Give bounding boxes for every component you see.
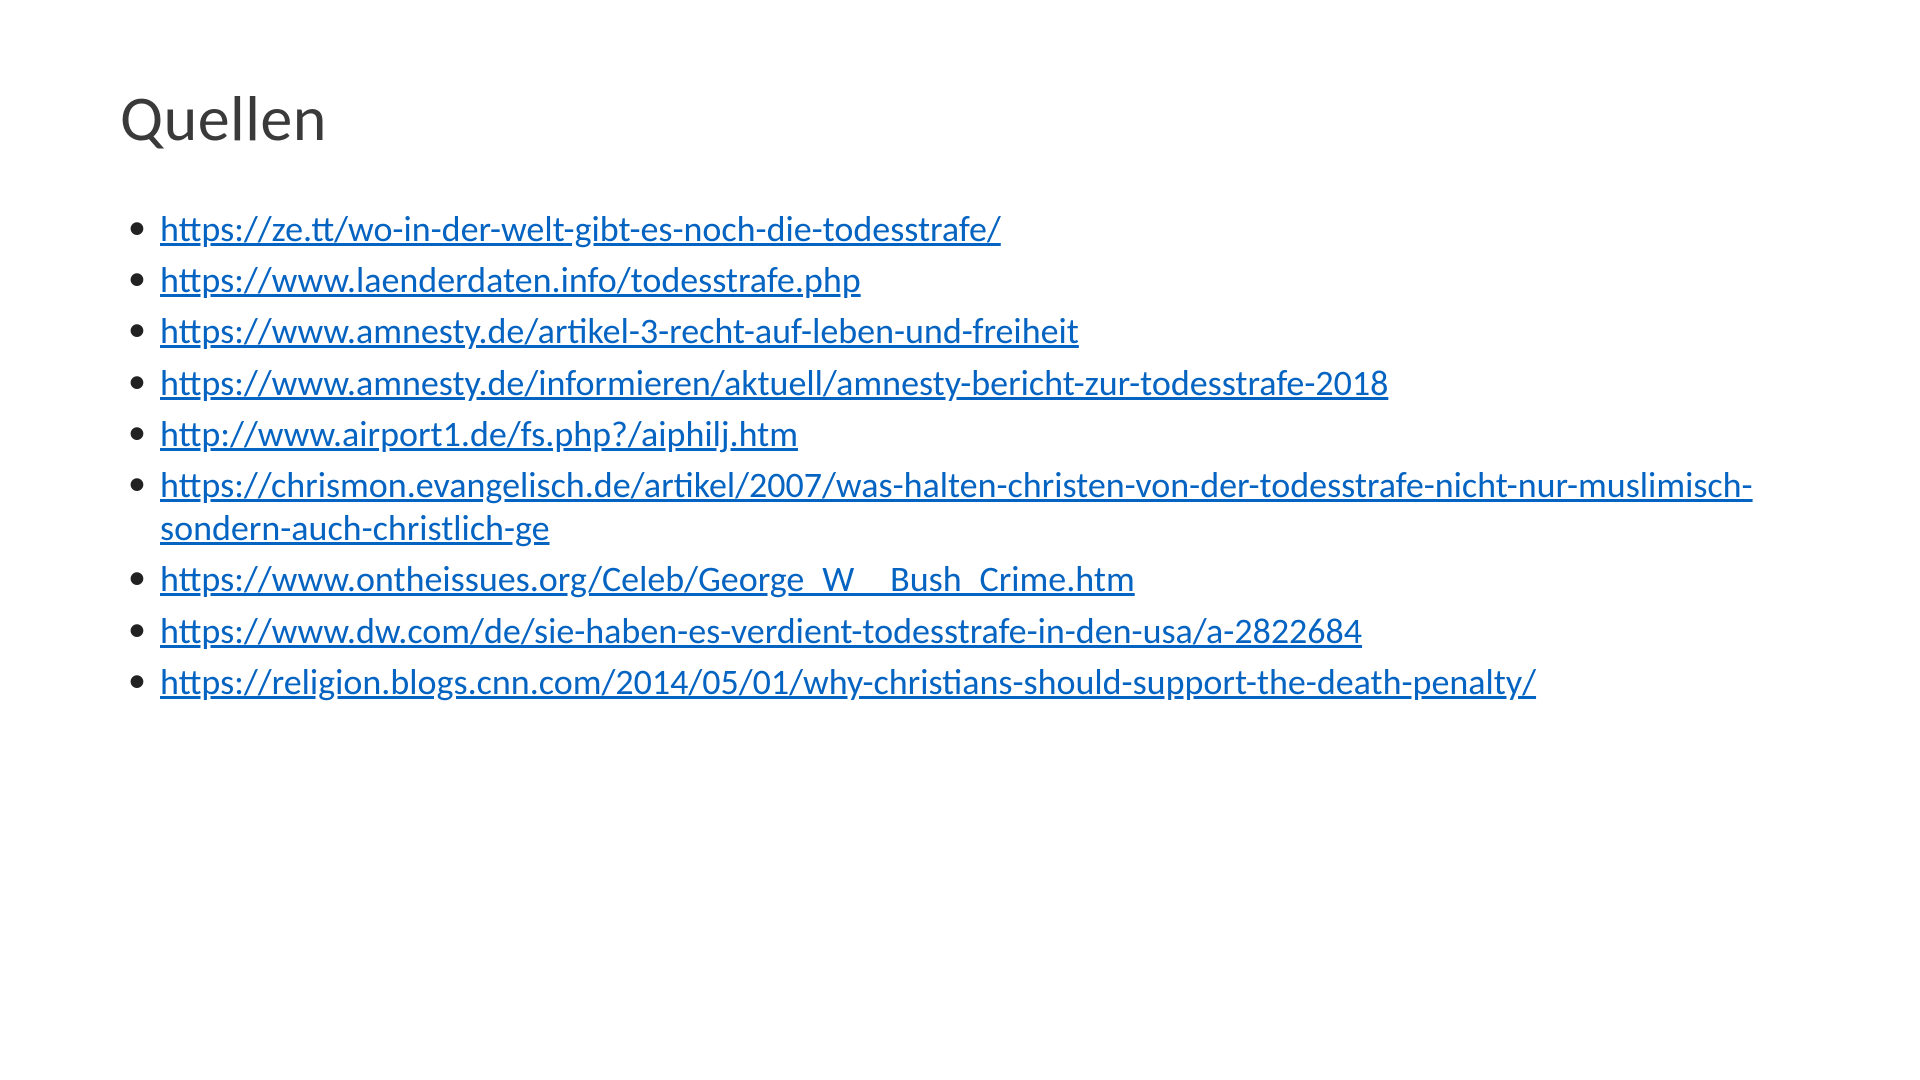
list-item: http://www.airport1.de/fs.php?/aiphilj.h… — [120, 413, 1800, 456]
source-link[interactable]: https://www.ontheissues.org/Celeb/George… — [160, 557, 1135, 601]
list-item: https://religion.blogs.cnn.com/2014/05/0… — [120, 661, 1800, 704]
list-item: https://chrismon.evangelisch.de/artikel/… — [120, 464, 1800, 550]
source-link[interactable]: https://www.amnesty.de/informieren/aktue… — [160, 361, 1388, 405]
source-link[interactable]: https://religion.blogs.cnn.com/2014/05/0… — [160, 660, 1536, 704]
slide-title: Quellen — [120, 80, 1800, 158]
source-link[interactable]: https://www.laenderdaten.info/todesstraf… — [160, 258, 861, 302]
list-item: https://www.laenderdaten.info/todesstraf… — [120, 259, 1800, 302]
source-link[interactable]: https://www.dw.com/de/sie-haben-es-verdi… — [160, 609, 1362, 653]
list-item: https://www.ontheissues.org/Celeb/George… — [120, 558, 1800, 601]
source-link[interactable]: https://ze.tt/wo-in-der-welt-gibt-es-noc… — [160, 207, 1001, 251]
source-link[interactable]: https://www.amnesty.de/artikel-3-recht-a… — [160, 309, 1079, 353]
list-item: https://ze.tt/wo-in-der-welt-gibt-es-noc… — [120, 208, 1800, 251]
source-link[interactable]: https://chrismon.evangelisch.de/artikel/… — [160, 463, 1753, 550]
list-item: https://www.amnesty.de/informieren/aktue… — [120, 362, 1800, 405]
list-item: https://www.amnesty.de/artikel-3-recht-a… — [120, 310, 1800, 353]
source-list: https://ze.tt/wo-in-der-welt-gibt-es-noc… — [120, 208, 1800, 704]
source-link[interactable]: http://www.airport1.de/fs.php?/aiphilj.h… — [160, 412, 798, 456]
list-item: https://www.dw.com/de/sie-haben-es-verdi… — [120, 610, 1800, 653]
